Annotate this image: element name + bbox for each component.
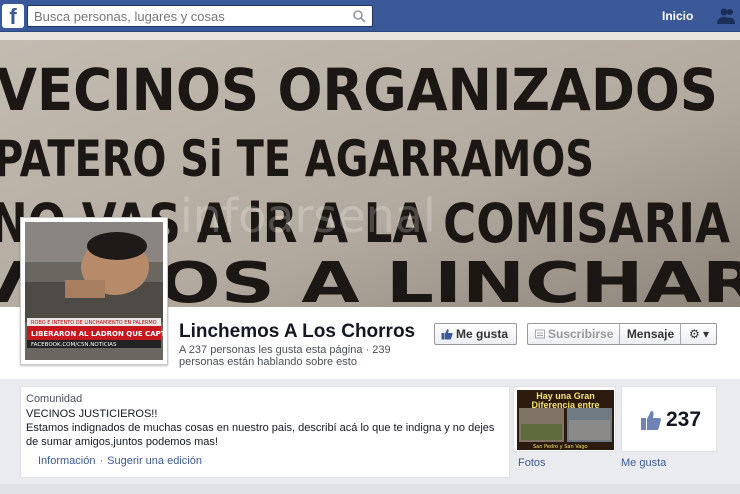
- like-button-label: Me gusta: [456, 327, 509, 341]
- search-icon[interactable]: [352, 9, 366, 23]
- page-stats: A 237 personas les gusta esta página · 2…: [179, 344, 391, 368]
- profile-photo-art: ROBO E INTENTO DE LINCHAMIENTO EN PALERM…: [25, 222, 163, 360]
- cover-sign-line-2: PATERO Si TE AGARRAMOS: [0, 130, 594, 188]
- subscribe-icon: [535, 329, 545, 339]
- settings-menu-button[interactable]: ⚙ ▾: [682, 324, 716, 344]
- page-title[interactable]: Linchemos A Los Chorros: [179, 321, 415, 343]
- profile-picture-image: ROBO E INTENTO DE LINCHAMIENTO EN PALERM…: [25, 222, 163, 360]
- facebook-logo[interactable]: f: [2, 4, 24, 29]
- timeline-start: [0, 484, 740, 494]
- thumbs-up-icon: [441, 329, 453, 340]
- gear-icon: ⚙ ▾: [688, 327, 710, 341]
- page-description: VECINOS JUSTICIEROS!! Estamos indignados…: [26, 407, 504, 449]
- cover-watermark: infoarsenal: [180, 189, 436, 243]
- profile-pic-footer: FACEBOOK.COM/C5N.NOTICIAS: [31, 342, 117, 348]
- likes-label[interactable]: Me gusta: [621, 457, 666, 469]
- subscribe-button-label: Suscribirse: [548, 327, 614, 341]
- friend-requests-icon[interactable]: [716, 6, 736, 26]
- profile-pic-caption: LIBERARON AL LADRON QUE CAPTURO ROMANO: [31, 330, 163, 338]
- message-button[interactable]: Mensaje: [621, 324, 681, 344]
- thumbs-up-icon: [641, 410, 661, 430]
- subscribe-button[interactable]: Suscribirse: [528, 324, 620, 344]
- like-button[interactable]: Me gusta: [434, 323, 517, 345]
- link-separator: ·: [99, 455, 104, 467]
- photos-thumbnail: San Pedro y San Vago Hay una Gran Difere…: [517, 390, 614, 450]
- about-links: Información · Sugerir una edición: [38, 455, 202, 467]
- photos-bottom-text: San Pedro y San Vago: [533, 444, 588, 450]
- profile-pic-banner: ROBO E INTENTO DE LINCHAMIENTO EN PALERM…: [31, 320, 157, 326]
- search-input[interactable]: [34, 8, 344, 24]
- likes-tile[interactable]: 237: [621, 386, 717, 452]
- page-actions-group: Suscribirse Mensaje ⚙ ▾: [527, 323, 717, 345]
- search-box[interactable]: [27, 5, 373, 27]
- profile-picture[interactable]: ROBO E INTENTO DE LINCHAMIENTO EN PALERM…: [20, 217, 168, 365]
- top-bar: f Inicio: [0, 0, 740, 32]
- photos-caption: Hay una Gran Diferencia entre: [531, 391, 600, 410]
- nav-home-link[interactable]: Inicio: [662, 9, 693, 23]
- likes-count: 237: [666, 408, 702, 431]
- description-title: VECINOS JUSTICIEROS!!: [26, 408, 158, 420]
- info-link[interactable]: Información: [38, 455, 95, 467]
- description-body: Estamos indignados de muchas cosas en nu…: [26, 422, 495, 448]
- page-category: Comunidad: [26, 393, 83, 405]
- cover-sign-line-1: VECINOS ORGANIZADOS: [0, 56, 718, 124]
- photos-tile[interactable]: San Pedro y San Vago Hay una Gran Difere…: [513, 386, 616, 452]
- photos-label[interactable]: Fotos: [518, 457, 546, 469]
- suggest-edit-link[interactable]: Sugerir una edición: [107, 455, 202, 467]
